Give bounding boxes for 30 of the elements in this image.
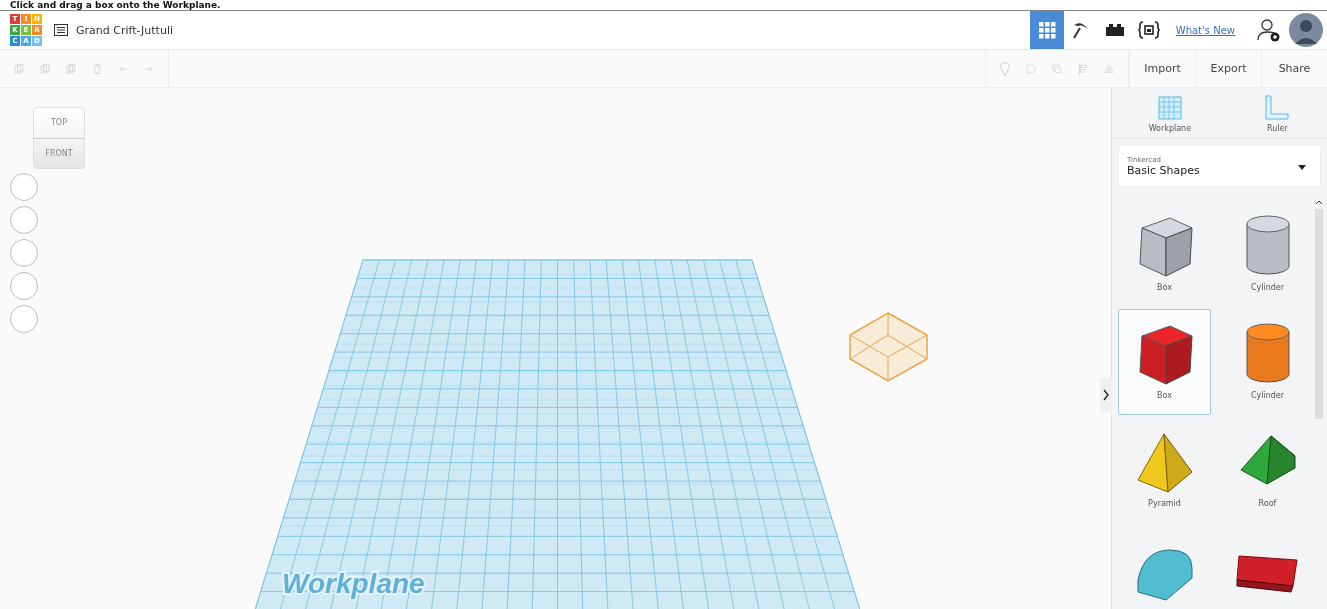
view-cube-top-face[interactable]: TOP xyxy=(34,108,84,139)
perspective-view-button[interactable] xyxy=(10,305,38,333)
view-cube[interactable]: TOP FRONT xyxy=(33,107,85,169)
workplane-tool-button[interactable]: Workplane xyxy=(1142,94,1198,134)
whats-new-link[interactable]: What's New xyxy=(1175,24,1235,36)
collapse-panel-chevron[interactable] xyxy=(1100,378,1112,412)
caret-icon xyxy=(1298,165,1306,170)
shape-tile[interactable]: Pyramid xyxy=(1118,417,1211,523)
ruler-icon xyxy=(1264,95,1291,121)
zoom-out-view-button[interactable] xyxy=(10,272,38,300)
user-avatar[interactable] xyxy=(1289,13,1323,47)
shape-tile[interactable]: Roof xyxy=(1221,417,1314,523)
fit-view-button[interactable] xyxy=(10,206,38,234)
zoom-in-view-button[interactable] xyxy=(10,239,38,267)
scrollbar-thumb[interactable] xyxy=(1314,209,1323,419)
toolbar-action-button[interactable]: Import xyxy=(1129,50,1195,87)
grid-plane-icon xyxy=(1156,95,1183,121)
shape-tile[interactable]: Cylinder xyxy=(1221,309,1314,415)
shape-tile[interactable]: Cylinder xyxy=(1221,201,1314,307)
shape-tile[interactable]: Box xyxy=(1118,309,1211,415)
toolbar-action-button[interactable]: Share xyxy=(1261,50,1327,87)
instruction-caption: Click and drag a box onto the Workplane. xyxy=(0,0,1327,11)
design-title[interactable]: Grand Crift-Juttuli xyxy=(76,23,173,37)
design-menu-icon[interactable] xyxy=(52,22,70,38)
scroll-up-icon[interactable] xyxy=(1314,199,1323,205)
ruler-tool-button[interactable]: Ruler xyxy=(1258,94,1297,134)
shape-tile[interactable]: Box xyxy=(1118,201,1211,307)
toolbar-action-button[interactable]: Export xyxy=(1195,50,1261,87)
home-view-button[interactable] xyxy=(10,173,38,201)
3d-view-grid-icon[interactable] xyxy=(1029,11,1064,49)
